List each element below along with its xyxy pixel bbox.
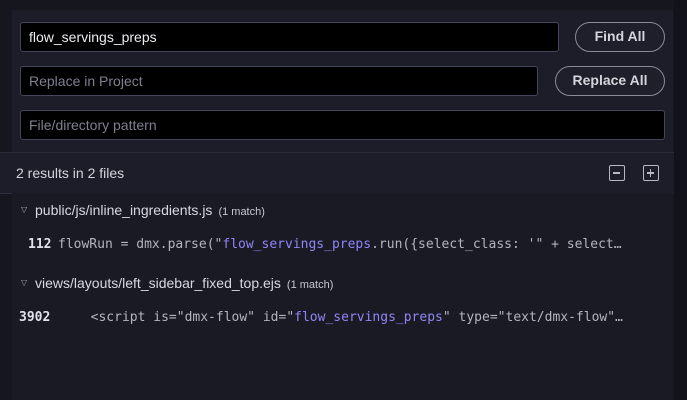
results-summary: 2 results in 2 files <box>16 165 125 181</box>
expand-all-icon[interactable] <box>643 165 659 181</box>
right-edge <box>674 0 687 400</box>
result-file-header[interactable]: ▽ public/js/inline_ingredients.js (1 matc… <box>12 199 673 221</box>
line-number: 112 <box>28 237 52 252</box>
replace-input[interactable]: Replace in Project <box>20 66 538 96</box>
replace-all-button[interactable]: Replace All <box>555 66 665 96</box>
collapse-all-icon[interactable] <box>609 165 625 181</box>
match-highlight: flow_servings_preps <box>294 310 443 325</box>
code-preview: flowRun = dmx.parse("flow_servings_preps… <box>58 237 622 252</box>
find-input[interactable]: flow_servings_preps <box>20 22 559 52</box>
result-line[interactable]: 112 flowRun = dmx.parse("flow_servings_p… <box>12 235 673 255</box>
line-number: 3902 <box>19 310 51 325</box>
find-all-button[interactable]: Find All <box>575 22 665 52</box>
result-file-path: public/js/inline_ingredients.js (1 match) <box>35 202 265 218</box>
file-pattern-input[interactable]: File/directory pattern <box>20 110 665 140</box>
results-summary-bar: 2 results in 2 files <box>0 152 674 194</box>
result-file-header[interactable]: ▽ views/layouts/left_sidebar_fixed_top.e… <box>12 272 673 294</box>
code-preview: <script is="dmx-flow" id="flow_servings_… <box>75 310 623 325</box>
result-line[interactable]: 3902 <script is="dmx-flow" id="flow_serv… <box>12 308 673 328</box>
match-highlight: flow_servings_preps <box>222 237 372 252</box>
match-count: (1 match) <box>286 279 334 291</box>
disclosure-triangle-icon[interactable]: ▽ <box>21 206 27 214</box>
result-file-path: views/layouts/left_sidebar_fixed_top.ejs… <box>35 275 334 291</box>
match-count: (1 match) <box>218 206 265 218</box>
results-list: ▽ public/js/inline_ingredients.js (1 matc… <box>12 193 673 400</box>
disclosure-triangle-icon[interactable]: ▽ <box>21 279 27 287</box>
